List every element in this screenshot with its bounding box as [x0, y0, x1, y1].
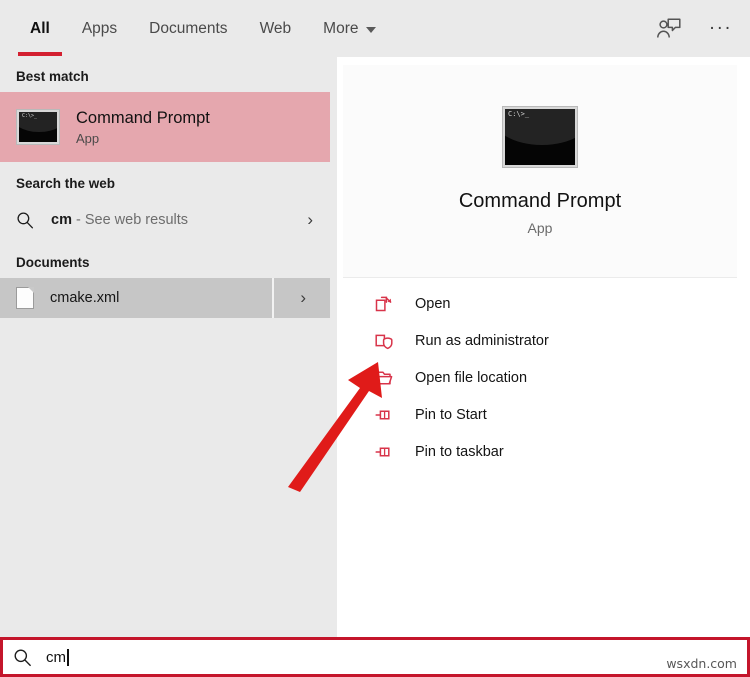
tab-all-label: All	[30, 19, 50, 37]
best-match-subtitle: App	[76, 131, 100, 147]
tab-apps-label: Apps	[81, 19, 118, 37]
feedback-icon[interactable]	[650, 10, 688, 48]
shield-icon	[374, 331, 394, 351]
search-input-bar[interactable]: cm wsxdn.com	[0, 637, 750, 677]
search-field[interactable]: cm	[13, 648, 69, 667]
tab-apps[interactable]: Apps	[66, 0, 133, 57]
windows-search-panel: All Apps Documents Web More ... Best mat…	[0, 0, 750, 677]
action-open-file-location[interactable]: Open file location	[343, 359, 737, 396]
row-divider	[272, 278, 274, 318]
folder-icon	[374, 368, 394, 388]
result-command-prompt[interactable]: C:\>_ Command Prompt App	[0, 92, 330, 162]
pin-icon	[374, 405, 394, 425]
chevron-right-icon[interactable]: ›	[300, 288, 306, 308]
action-open-label: Open	[415, 295, 451, 312]
file-icon	[16, 287, 34, 309]
preview-column: C:\>_ Command Prompt App Open Run as adm…	[337, 57, 750, 637]
action-open[interactable]: Open	[343, 285, 737, 322]
best-match-text: Command Prompt App	[76, 108, 210, 147]
document-name: cmake.xml	[50, 290, 120, 306]
search-icon	[13, 648, 32, 667]
tab-all[interactable]: All	[14, 0, 66, 57]
tab-list: All Apps Documents Web More	[14, 0, 392, 57]
action-pin-to-start-label: Pin to Start	[415, 406, 487, 423]
open-in-new-icon	[374, 294, 394, 314]
result-web-search[interactable]: cm - See web results ›	[0, 199, 337, 241]
tabbar-actions: ...	[650, 0, 740, 57]
search-input-value: cm	[46, 648, 66, 666]
chevron-right-icon[interactable]: ›	[307, 210, 313, 230]
pin-icon	[374, 442, 394, 462]
tab-active-underline	[18, 52, 62, 56]
watermark: wsxdn.com	[666, 656, 737, 671]
preview-subtitle: App	[527, 220, 553, 236]
tab-web-label: Web	[259, 19, 292, 37]
tab-more-label: More	[323, 19, 359, 37]
app-preview-card: C:\>_ Command Prompt App	[343, 65, 737, 278]
text-cursor	[67, 648, 69, 666]
search-icon	[16, 211, 34, 229]
action-run-as-administrator[interactable]: Run as administrator	[343, 322, 737, 359]
tab-documents-label: Documents	[149, 19, 228, 37]
best-match-title: Command Prompt	[76, 108, 210, 127]
web-query: cm	[51, 212, 72, 228]
web-result-text: cm - See web results	[51, 212, 188, 228]
action-pin-to-taskbar[interactable]: Pin to taskbar	[343, 433, 737, 470]
search-filter-tabbar: All Apps Documents Web More ...	[0, 0, 750, 57]
best-match-header: Best match	[16, 69, 89, 84]
preview-title: Command Prompt	[458, 190, 622, 212]
action-pin-to-taskbar-label: Pin to taskbar	[415, 443, 504, 460]
app-actions-list: Open Run as administrator Open file loca…	[343, 285, 737, 470]
chevron-down-icon	[366, 26, 377, 33]
results-column: Best match C:\>_ Command Prompt App Sear…	[0, 57, 337, 637]
result-document-cmake[interactable]: cmake.xml ›	[0, 278, 330, 318]
action-pin-to-start[interactable]: Pin to Start	[343, 396, 737, 433]
action-open-file-location-label: Open file location	[415, 369, 528, 386]
tab-documents[interactable]: Documents	[133, 0, 243, 57]
documents-header: Documents	[16, 255, 90, 270]
overflow-dots: ...	[709, 13, 733, 34]
action-run-as-administrator-label: Run as administrator	[415, 332, 549, 349]
web-suffix: - See web results	[71, 212, 189, 228]
tab-more[interactable]: More	[307, 0, 392, 57]
command-prompt-icon: C:\>_	[502, 106, 578, 168]
overflow-menu-icon[interactable]: ...	[702, 10, 740, 48]
tab-web[interactable]: Web	[244, 0, 308, 57]
search-the-web-header: Search the web	[16, 176, 116, 191]
command-prompt-icon: C:\>_	[16, 109, 60, 145]
